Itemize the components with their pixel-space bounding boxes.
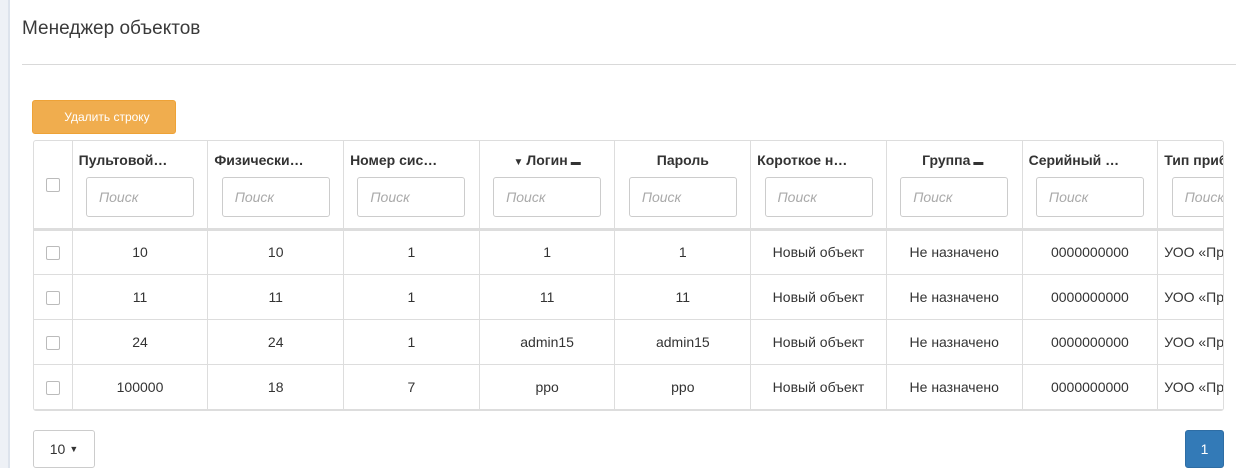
table-cell: 0000000000 [1022, 319, 1159, 365]
row-checkbox[interactable] [45, 380, 60, 395]
table-row[interactable]: 10 10 1 1 1 Новый объект Не назначено 00… [34, 229, 1223, 275]
column-header-password[interactable]: Пароль [614, 141, 752, 231]
search-input-console-number[interactable] [86, 177, 194, 217]
table-cell: 100000 [72, 364, 209, 410]
page-size-dropdown[interactable]: 10 ▼ [33, 430, 95, 468]
table-cell: admin15 [479, 319, 616, 365]
table-row[interactable]: 11 11 1 11 11 Новый объект Не назначено … [34, 274, 1223, 320]
table-cell: 18 [207, 364, 345, 410]
column-header-console-number[interactable]: Пультовой… [72, 141, 209, 231]
search-input-system-number[interactable] [357, 177, 466, 217]
table-cell: 1 [343, 274, 480, 320]
column-header-label: Физически… [214, 152, 304, 168]
column-header-label: Пароль [656, 152, 709, 168]
table-cell: admin15 [614, 319, 752, 365]
column-header-label: Серийный … [1028, 152, 1120, 168]
row-checkbox[interactable] [45, 246, 60, 261]
row-checkbox[interactable] [45, 290, 60, 305]
table-cell: 11 [207, 274, 345, 320]
column-header-short-name[interactable]: Короткое н… [750, 141, 887, 231]
pagination-page-button[interactable]: 1 [1185, 430, 1224, 468]
row-select-cell [34, 364, 73, 410]
table-cell: ppo [614, 364, 752, 410]
select-all-checkbox[interactable] [45, 178, 60, 193]
column-header-label: Короткое н… [757, 152, 848, 168]
table-cell: 11 [614, 274, 752, 320]
search-input-physical[interactable] [221, 177, 330, 217]
column-header-serial[interactable]: Серийный … [1022, 141, 1159, 231]
table-cell: Не назначено [886, 319, 1023, 365]
table-cell: 11 [479, 274, 616, 320]
table-cell: 11 [72, 274, 209, 320]
title-divider [22, 64, 1236, 65]
page-size-value: 10 [49, 441, 66, 457]
table-row[interactable]: 24 24 1 admin15 admin15 Новый объект Не … [34, 319, 1223, 365]
table-cell: УОО «Протон-4 [1157, 319, 1223, 365]
table-cell: Не назначено [886, 364, 1023, 410]
row-select-cell [34, 274, 73, 320]
page-title: Менеджер объектов [22, 18, 201, 39]
row-checkbox[interactable] [45, 335, 60, 350]
column-header-group[interactable]: Группа ▬ [886, 141, 1023, 231]
table-cell: Новый объект [750, 229, 887, 275]
table-cell: Новый объект [750, 364, 887, 410]
table-row[interactable]: 100000 18 7 ppo ppo Новый объект Не назн… [34, 364, 1223, 410]
column-header-label: Тип прибо… [1164, 152, 1223, 168]
table-cell: УОО «Протон-4 [1157, 229, 1223, 275]
column-header-physical[interactable]: Физически… [207, 141, 345, 231]
sort-caret-icon: ▬ [570, 157, 581, 168]
table-cell: 1 [614, 229, 752, 275]
table-cell: 10 [72, 229, 209, 275]
table-cell: Не назначено [886, 274, 1023, 320]
table-cell: 0000000000 [1022, 274, 1159, 320]
column-header-label: Номер сис… [350, 152, 438, 168]
search-input-short-name[interactable] [764, 177, 873, 217]
table-cell: 7 [343, 364, 480, 410]
column-header-label: Пультовой… [78, 152, 168, 168]
table-cell: 0000000000 [1022, 364, 1159, 410]
left-rail-border [8, 0, 10, 468]
search-input-serial[interactable] [1035, 177, 1144, 217]
table-cell: Не назначено [886, 229, 1023, 275]
table-cell: Новый объект [750, 274, 887, 320]
table-cell: 1 [343, 229, 480, 275]
row-select-cell [34, 229, 73, 275]
column-header-login[interactable]: ▼ Логин ▬ [479, 141, 616, 231]
table-cell: 1 [479, 229, 616, 275]
objects-table: Пультовой… Физически… Номер сис… ▼Логин▬… [33, 140, 1224, 411]
search-input-password[interactable] [628, 177, 737, 217]
table-cell: Новый объект [750, 319, 887, 365]
table-cell: 24 [72, 319, 209, 365]
table-cell: 10 [207, 229, 345, 275]
search-input-login[interactable] [493, 177, 602, 217]
left-rail [0, 0, 8, 468]
table-header-row: Пультовой… Физически… Номер сис… ▼Логин▬… [34, 141, 1223, 231]
table-cell: ppo [479, 364, 616, 410]
column-header-device-type[interactable]: Тип прибо… ▼ [1157, 141, 1223, 231]
search-input-group[interactable] [900, 177, 1009, 217]
caret-down-icon: ▼ [69, 444, 79, 454]
column-header-label: Группа [922, 152, 971, 168]
delete-row-button[interactable]: Удалить строку [32, 100, 176, 134]
table-cell: 24 [207, 319, 345, 365]
sort-caret-icon: ▬ [973, 157, 984, 168]
table-cell: 0000000000 [1022, 229, 1159, 275]
delete-row-label: Удалить строку [64, 110, 150, 124]
sort-caret-icon: ▼ [513, 157, 524, 168]
row-select-cell [34, 319, 73, 365]
table-cell: УОО «Протон-4 [1157, 364, 1223, 410]
search-input-device-type[interactable] [1171, 177, 1223, 217]
table-cell: 1 [343, 319, 480, 365]
select-all-cell [34, 141, 73, 231]
table-cell: УОО «Протон-4 [1157, 274, 1223, 320]
column-header-label: Логин [526, 152, 568, 168]
column-header-system-number[interactable]: Номер сис… [343, 141, 480, 231]
